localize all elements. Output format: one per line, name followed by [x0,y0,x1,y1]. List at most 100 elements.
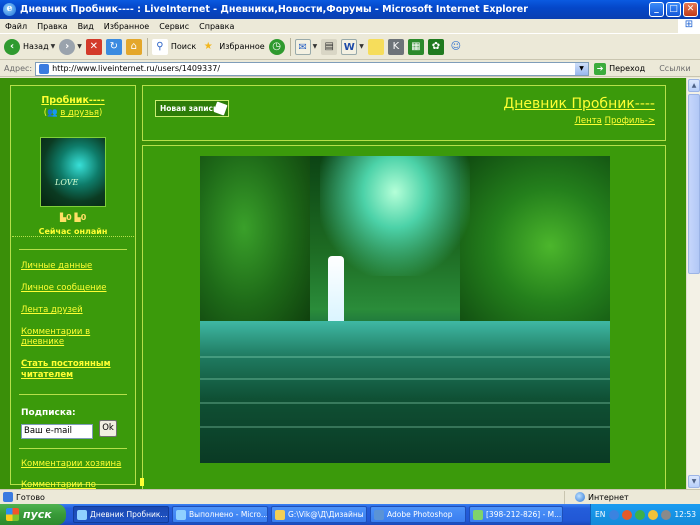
add-friend-link[interactable]: (👥 в друзья) [12,108,134,118]
chevron-down-icon[interactable]: ▼ [575,62,589,75]
tray-icon[interactable] [622,509,633,520]
vertical-scrollbar[interactable]: ▲ ▼ [686,78,700,489]
nav-friends-feed[interactable]: Лента друзей [21,305,131,315]
diary-title[interactable]: Дневник Пробник---- [503,96,655,112]
go-button[interactable]: ➔ Переход [594,62,645,75]
favorites-label: Избранное [219,42,265,51]
language-indicator[interactable]: EN [595,510,605,519]
tray-icon[interactable] [661,509,672,520]
menu-tools[interactable]: Сервис [154,22,194,31]
menu-help[interactable]: Справка [194,22,239,31]
minimize-button[interactable]: _ [649,2,664,17]
menu-favorites[interactable]: Избранное [99,22,154,31]
home-button[interactable]: ⌂ [125,38,142,55]
nav-private-message[interactable]: Личное сообщение [21,283,131,293]
taskbar-item-photoshop[interactable]: Adobe Photoshop [370,506,466,523]
taskbar-item-done[interactable]: Выполнено - Micro... [172,506,268,523]
grid-icon: ▦ [407,38,424,55]
menu-file[interactable]: Файл [0,22,32,31]
star-icon: ★ [200,38,217,55]
go-arrow-icon: ➔ [594,62,607,75]
task-label: G:\Vik@\Д\Дизайны [288,510,364,519]
nav-become-reader[interactable]: Стать постоянным читателем [21,359,131,381]
forward-arrow-icon: › [59,38,76,55]
windows-flag-icon [6,508,19,521]
clock[interactable]: 12:53 [674,510,696,519]
mail-button[interactable]: ✉ ▼ [294,38,317,55]
tray-icon[interactable] [648,509,659,520]
nav-diary-comments[interactable]: Комментарии в дневнике [21,327,131,347]
address-bar: Адрес: http://www.liveinternet.ru/users/… [0,61,700,77]
nav-personal-data[interactable]: Личные данные [21,261,131,271]
diary-content [142,145,666,489]
browser-toolbar: ‹ Назад ▼ › ▼ ✕ ↻ ⌂ ⚲ Поиск ★ Избранное … [0,34,700,60]
scroll-thumb[interactable] [688,94,700,274]
email-field[interactable]: Ваш e-mail [21,424,93,439]
divider [19,249,127,250]
zone-text: Интернет [588,492,629,502]
mail-icon: ✉ [294,38,311,55]
address-field[interactable]: http://www.liveinternet.ru/users/1409337… [35,61,590,76]
note-icon [367,38,384,55]
messenger-button[interactable]: ☺ [447,38,464,55]
taskbar-item-chat[interactable]: [398-212-826] - M... [469,506,563,523]
pencil-icon [213,101,228,116]
toolbar-extension-k[interactable]: K [387,38,404,55]
search-label: Поиск [170,42,197,51]
taskbar: пуск Дневник Пробник... Выполнено - Micr… [0,504,700,525]
scroll-down-icon[interactable]: ▼ [688,475,700,488]
status-bar: Готово Интернет [0,489,700,504]
page-marker [140,478,144,486]
tray-icon[interactable] [609,509,620,520]
profile-link[interactable]: Профиль-> [605,116,655,126]
subscribe-label: Подписка: [21,408,76,418]
back-button[interactable]: ‹ Назад ▼ [4,38,55,55]
search-button[interactable]: ⚲ Поиск [151,38,197,55]
search-icon: ⚲ [151,38,168,55]
address-url[interactable]: http://www.liveinternet.ru/users/1409337… [52,64,575,73]
print-button[interactable]: ▤ [321,38,338,55]
globe-icon [575,492,585,502]
maximize-button[interactable]: □ [666,2,681,17]
messenger-icon: ☺ [447,38,464,55]
favorites-button[interactable]: ★ Избранное [200,38,265,55]
image-waterfall [328,256,344,326]
discuss-button[interactable] [367,38,384,55]
nav-owner-comments[interactable]: Комментарии хозяина [21,459,131,469]
image-cliff-right [460,156,610,336]
forward-button[interactable]: › ▼ [59,38,82,55]
tray-icon[interactable] [635,509,646,520]
image-cliff-left [200,156,310,336]
window-titlebar[interactable]: e Дневник Пробник---- : LiveInternet - Д… [0,0,700,19]
nav-comments-by[interactable]: Комментарии по [21,480,131,489]
close-button[interactable]: ✕ [683,2,698,17]
edit-button[interactable]: W ▼ [341,38,364,55]
home-icon: ⌂ [125,38,142,55]
links-button[interactable]: Ссылки [659,64,690,73]
folder-icon [275,509,285,520]
avatar[interactable]: LOVE [40,137,106,207]
username-link[interactable]: Пробник---- [12,95,134,106]
taskbar-item-folder[interactable]: G:\Vik@\Д\Дизайны [271,506,367,523]
menu-bar: Файл Правка Вид Избранное Сервис Справка… [0,19,700,34]
task-label: Дневник Пробник... [90,510,168,519]
stop-button[interactable]: ✕ [85,38,102,55]
subscribe-ok-button[interactable]: Ok [99,420,117,437]
image-ripple [200,402,610,404]
image-ripple [200,426,610,428]
toolbar-extension-flower[interactable]: ✿ [427,38,444,55]
history-button[interactable]: ◷ [268,38,285,55]
menu-view[interactable]: Вид [73,22,99,31]
start-button[interactable]: пуск [0,504,66,525]
add-friend-icon: 👥 [47,108,58,118]
toolbar-extension-grid[interactable]: ▦ [407,38,424,55]
taskbar-item-ie[interactable]: Дневник Пробник... [73,506,169,523]
refresh-button[interactable]: ↻ [105,38,122,55]
internet-explorer-icon [176,509,186,520]
feed-link[interactable]: Лента [575,116,602,126]
menu-edit[interactable]: Правка [32,22,72,31]
task-label: Adobe Photoshop [387,510,453,519]
scroll-up-icon[interactable]: ▲ [688,79,700,92]
new-post-button[interactable]: Новая запись [155,100,229,117]
start-label: пуск [23,508,52,521]
